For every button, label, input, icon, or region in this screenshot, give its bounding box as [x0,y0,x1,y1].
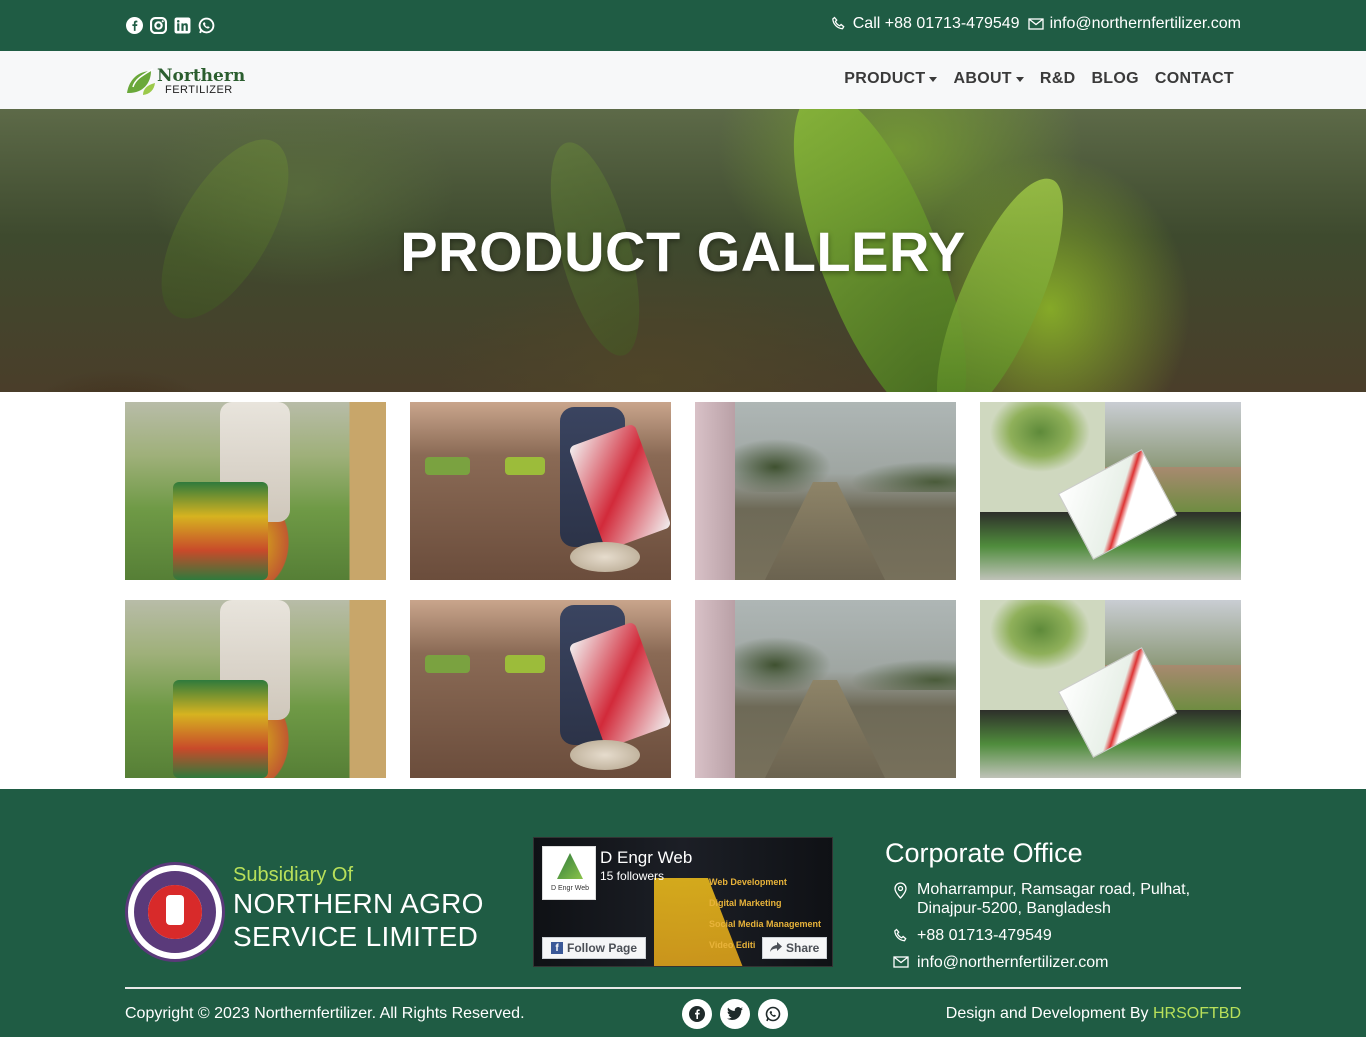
nav-item-contact[interactable]: CONTACT [1155,70,1234,88]
facebook-page-avatar[interactable]: D Engr Web [542,846,596,900]
caret-down-icon [929,76,938,82]
photo-bag [505,655,545,673]
leaf-logo-icon [127,68,155,95]
mail-icon [893,953,909,974]
photo-trees [735,427,956,492]
nav-item-product[interactable]: PRODUCT [844,70,938,88]
top-email-text[interactable]: info@northernfertilizer.com [1050,15,1241,33]
share-label: Share [786,941,820,955]
main-navbar: Northern FERTILIZER PRODUCT ABOUT R&D BL… [0,51,1366,109]
photo-wall [695,402,735,580]
photo-trees [735,625,956,690]
office-email: info@northernfertilizer.com [893,953,1217,974]
gallery-image-garden-collage[interactable] [980,600,1241,778]
top-bar: Call +88 01713-479549 info@northernferti… [0,0,1366,51]
follow-page-label: Follow Page [567,941,638,955]
office-email-text[interactable]: info@northernfertilizer.com [917,953,1217,974]
gallery-image-field-path[interactable] [695,600,956,778]
facebook-page-widget[interactable]: Web Development Digital Marketing Social… [533,837,833,967]
facebook-icon: f [551,942,563,954]
photo-bowl [570,542,640,572]
top-social-links [125,16,215,34]
photo-path [765,482,885,580]
top-phone-text[interactable]: Call +88 01713-479549 [853,15,1020,33]
share-icon [770,941,782,955]
nav-item-label: BLOG [1091,70,1139,87]
nav-item-label: PRODUCT [844,70,926,87]
page-title: PRODUCT GALLERY [400,220,966,283]
widget-service: Web Development [709,877,787,887]
nav-item-label: ABOUT [953,70,1012,87]
subsidiary-label: Subsidiary Of [233,864,354,886]
avatar-caption: D Engr Web [551,885,589,892]
photo-wall [695,600,735,778]
photo-path [765,680,885,778]
seal-core [148,885,202,939]
widget-service: Social Media Management [709,919,822,929]
office-phone: +88 01713-479549 [893,926,1217,949]
gallery-image-farmer-bag[interactable] [125,600,386,778]
footer-divider [125,987,1241,989]
widget-service: Digital Marketing [709,898,782,908]
gallery-image-garden-collage[interactable] [980,402,1241,580]
company-seal-logo [125,862,225,962]
footer-social-links [682,999,788,1029]
photo-bag [425,655,470,673]
gallery-image-farmer-pouring[interactable] [410,402,671,580]
facebook-icon[interactable] [125,16,143,34]
logo-text-northern: Northern [157,66,246,86]
credits-brand-link[interactable]: HRSOFTBD [1153,1005,1241,1022]
nav-item-rnd[interactable]: R&D [1040,70,1076,88]
office-phone-text[interactable]: +88 01713-479549 [917,926,1217,949]
site-footer: Subsidiary Of NORTHERN AGRO SERVICE LIMI… [0,789,1366,1037]
photo-bag [505,457,545,475]
whatsapp-icon[interactable] [758,999,788,1029]
facebook-icon[interactable] [682,999,712,1029]
site-logo[interactable]: Northern FERTILIZER [125,65,246,97]
corporate-office-title: Corporate Office [885,838,1083,868]
office-address: Moharrampur, Ramsagar road, Pulhat, Dina… [893,880,1217,918]
gallery-image-farmer-bag[interactable] [125,402,386,580]
nav-menu: PRODUCT ABOUT R&D BLOG CONTACT [844,70,1234,88]
follow-page-button[interactable]: f Follow Page [542,937,647,959]
nav-item-about[interactable]: ABOUT [953,70,1024,88]
twitter-icon[interactable] [720,999,750,1029]
top-contact-info: Call +88 01713-479549 info@northernferti… [831,15,1241,33]
brand-mark-icon [557,853,583,879]
copyright-text: Copyright © 2023 Northernfertilizer. All… [125,1005,525,1022]
photo-bowl [570,740,640,770]
photo-bag [425,457,470,475]
hero-banner: PRODUCT GALLERY [0,109,1366,392]
credits-prefix: Design and Development By [945,1005,1149,1022]
location-pin-icon [893,880,909,918]
share-button[interactable]: Share [762,937,828,959]
instagram-icon[interactable] [149,16,167,34]
linkedin-icon[interactable] [173,16,191,34]
parent-company-name: NORTHERN AGRO SERVICE LIMITED [233,888,484,952]
gallery-image-farmer-pouring[interactable] [410,600,671,778]
nav-item-blog[interactable]: BLOG [1091,70,1138,88]
nav-item-label: R&D [1039,70,1076,87]
facebook-followers: 15 followers [600,869,665,883]
gallery-image-field-path[interactable] [695,402,956,580]
phone-icon [831,15,847,33]
facebook-page-name[interactable]: D Engr Web [600,848,692,868]
nav-item-label: CONTACT [1154,70,1234,87]
office-address-text: Moharrampur, Ramsagar road, Pulhat, Dina… [917,881,1191,917]
logo-text-fertilizer: FERTILIZER [165,84,233,96]
caret-down-icon [1015,76,1024,82]
mail-icon [1027,15,1044,33]
photo-fertilizer-bag [173,680,268,778]
credits: Design and Development By HRSOFTBD [946,1005,1241,1023]
photo-fertilizer-bag [173,482,268,580]
phone-icon [893,926,909,949]
whatsapp-icon[interactable] [197,16,215,34]
